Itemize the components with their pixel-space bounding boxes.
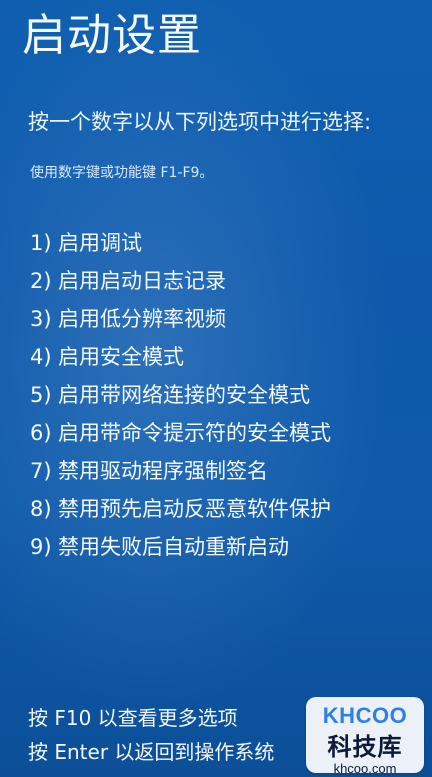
option-5[interactable]: 5) 启用带网络连接的安全模式 <box>30 377 420 415</box>
watermark-brand: KHCOO <box>322 703 408 728</box>
option-number: 3) <box>30 307 52 332</box>
option-number: 9) <box>30 535 52 560</box>
option-2[interactable]: 2) 启用启动日志记录 <box>30 263 420 301</box>
option-7[interactable]: 7) 禁用驱动程序强制签名 <box>30 453 420 491</box>
option-number: 7) <box>30 459 52 484</box>
page-title: 启动设置 <box>22 10 202 61</box>
instruction-text: 按一个数字以从下列选项中进行选择: <box>28 110 372 134</box>
startup-options-list: 1) 启用调试 2) 启用启动日志记录 3) 启用低分辨率视频 4) 启用安全模… <box>30 225 420 567</box>
option-label: 启用低分辨率视频 <box>58 307 226 332</box>
option-number: 4) <box>30 345 52 370</box>
hint-text: 使用数字键或功能键 F1-F9。 <box>30 165 214 181</box>
option-label: 禁用失败后自动重新启动 <box>58 535 289 560</box>
watermark-domain: khcoo.com <box>333 761 397 773</box>
option-number: 6) <box>30 421 52 446</box>
option-label: 禁用驱动程序强制签名 <box>58 459 268 484</box>
option-8[interactable]: 8) 禁用预先启动反恶意软件保护 <box>30 491 420 529</box>
footer-more-options[interactable]: 按 F10 以查看更多选项 <box>28 701 274 735</box>
option-label: 启用调试 <box>58 231 142 256</box>
option-6[interactable]: 6) 启用带命令提示符的安全模式 <box>30 415 420 453</box>
option-label: 启用安全模式 <box>58 345 184 370</box>
option-label: 禁用预先启动反恶意软件保护 <box>58 497 331 522</box>
option-number: 5) <box>30 383 52 408</box>
option-label: 启用启动日志记录 <box>58 269 226 294</box>
option-number: 2) <box>30 269 52 294</box>
option-4[interactable]: 4) 启用安全模式 <box>30 339 420 377</box>
watermark-logo: KHCOO 科技库 khcoo.com <box>306 697 424 773</box>
footer-instructions: 按 F10 以查看更多选项 按 Enter 以返回到操作系统 <box>28 701 274 769</box>
option-number: 1) <box>30 231 52 256</box>
option-1[interactable]: 1) 启用调试 <box>30 225 420 263</box>
option-label: 启用带命令提示符的安全模式 <box>58 421 331 446</box>
option-3[interactable]: 3) 启用低分辨率视频 <box>30 301 420 339</box>
option-9[interactable]: 9) 禁用失败后自动重新启动 <box>30 529 420 567</box>
watermark-chinese-name: 科技库 <box>327 734 403 761</box>
option-label: 启用带网络连接的安全模式 <box>58 383 310 408</box>
footer-return-os[interactable]: 按 Enter 以返回到操作系统 <box>28 735 274 769</box>
option-number: 8) <box>30 497 52 522</box>
